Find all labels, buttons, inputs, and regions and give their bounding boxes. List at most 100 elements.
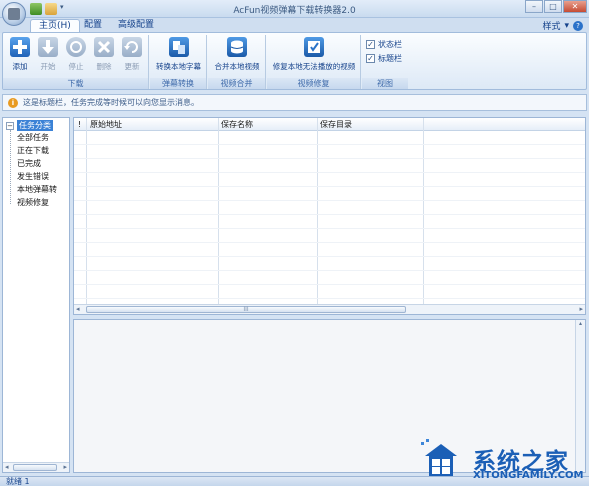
tree-item-local-convert[interactable]: 本地弹幕转	[17, 184, 57, 196]
table-row	[74, 201, 585, 215]
group-label-repair: 视频修复	[267, 78, 360, 89]
ribbon-tabs: 主页(H) 配置 高级配置	[0, 18, 589, 33]
column-save-dir[interactable]: 保存目录	[320, 119, 352, 130]
table-row	[74, 187, 585, 201]
table-row	[74, 215, 585, 229]
group-merge: 合并本地视频 视频合并	[208, 35, 266, 89]
tree-item-error[interactable]: 发生错误	[17, 171, 49, 183]
info-text: 这是标题栏，任务完成等时候可以向您显示消息。	[23, 98, 199, 107]
stop-icon	[66, 37, 86, 57]
convert-subtitle-button[interactable]: 转换本地字幕	[153, 37, 204, 72]
repair-video-button[interactable]: 修复本地无法播放的视频	[270, 37, 358, 72]
merge-label: 合并本地视频	[214, 62, 260, 71]
table-row	[74, 173, 585, 187]
style-label: 样式	[542, 22, 561, 32]
title-bar: ▾ AcFun视频弹幕下载转换器2.0 – □ ✕	[0, 0, 589, 26]
tree-item-repair[interactable]: 视频修复	[17, 197, 49, 209]
scroll-right-icon[interactable]: ▸	[63, 463, 67, 472]
table-row	[74, 131, 585, 145]
table-row	[74, 271, 585, 285]
tree-line	[10, 130, 11, 204]
scroll-up-icon[interactable]: ▴	[576, 320, 585, 327]
convert-icon	[168, 37, 189, 57]
scroll-right-icon[interactable]: ▸	[579, 305, 583, 314]
info-icon: i	[8, 97, 18, 108]
window-controls: – □ ✕	[524, 0, 587, 13]
minimize-button[interactable]: –	[525, 0, 543, 13]
start-label: 开始	[40, 62, 56, 71]
update-label: 更新	[124, 62, 140, 71]
group-convert: 转换本地字幕 弹幕转换	[150, 35, 207, 89]
watermark-en: XITONGFAMILY.COM	[473, 470, 584, 481]
task-grid: ! 原始地址 保存名称 保存目录 ◂ III ▸	[73, 117, 586, 315]
chevron-down-icon: ▾	[564, 20, 569, 31]
titlebar-label: 标题栏	[378, 54, 402, 63]
plus-icon	[10, 37, 30, 57]
grid-header: ! 原始地址 保存名称 保存目录	[74, 118, 585, 131]
info-bar: i 这是标题栏，任务完成等时候可以向您显示消息。	[2, 94, 587, 111]
table-row	[74, 243, 585, 257]
table-row	[74, 229, 585, 243]
delete-x-icon	[94, 37, 114, 57]
checkbox-titlebar[interactable]: ✓	[366, 54, 375, 63]
tab-home[interactable]: 主页(H)	[30, 19, 80, 33]
column-source-url[interactable]: 原始地址	[90, 119, 122, 130]
add-button[interactable]: 添加	[7, 37, 33, 72]
group-view: ✓ 状态栏 ✓ 标题栏 视图	[362, 35, 408, 89]
group-label-convert: 弹幕转换	[150, 78, 206, 89]
repair-icon	[304, 37, 324, 57]
column-save-name[interactable]: 保存名称	[221, 119, 253, 130]
grid-scroll-thumb[interactable]: III	[86, 306, 406, 313]
category-tree: − 任务分类 全部任务 正在下载 已完成 发生错误 本地弹幕转 视频修复 ◂ ▸	[2, 117, 70, 473]
update-button[interactable]: 更新	[119, 37, 145, 72]
column-status[interactable]: !	[78, 119, 81, 130]
tree-item-downloading[interactable]: 正在下载	[17, 145, 49, 157]
delete-button[interactable]: 删除	[91, 37, 117, 72]
status-text: 就绪 1	[6, 477, 30, 486]
statusbar-label: 状态栏	[378, 40, 402, 49]
table-row	[74, 285, 585, 299]
statusbar-checkbox[interactable]: ✓ 状态栏	[366, 39, 402, 50]
help-icon[interactable]: ?	[573, 20, 583, 31]
tree-item-completed[interactable]: 已完成	[17, 158, 41, 170]
tab-config[interactable]: 配置	[76, 19, 110, 33]
database-icon	[227, 37, 247, 57]
group-label-merge: 视频合并	[208, 78, 265, 89]
repair-label: 修复本地无法播放的视频	[272, 62, 356, 71]
maximize-button[interactable]: □	[544, 0, 562, 13]
style-menu[interactable]: 样式 ▾ ?	[542, 19, 583, 32]
group-download: 添加 开始 停止 删除 更新 下载	[3, 35, 149, 89]
convert-label: 转换本地字幕	[156, 62, 201, 71]
app-menu-button[interactable]	[2, 2, 26, 26]
watermark: 系统之家 XITONGFAMILY.COM	[415, 430, 589, 486]
scroll-left-icon[interactable]: ◂	[5, 463, 9, 472]
tree-item-all[interactable]: 全部任务	[17, 132, 49, 144]
tree-scroll-thumb[interactable]	[13, 464, 57, 471]
group-label-view: 视图	[362, 78, 408, 89]
table-row	[74, 159, 585, 173]
merge-video-button[interactable]: 合并本地视频	[211, 37, 263, 72]
delete-label: 删除	[96, 62, 112, 71]
window-title: AcFun视频弹幕下载转换器2.0	[233, 6, 356, 16]
titlebar-checkbox[interactable]: ✓ 标题栏	[366, 53, 402, 64]
tab-advanced-config[interactable]: 高级配置	[110, 19, 162, 33]
watermark-logo-icon	[421, 439, 457, 476]
app-window: ▾ AcFun视频弹幕下载转换器2.0 – □ ✕ 主页(H) 配置 高级配置 …	[0, 0, 589, 486]
stop-label: 停止	[68, 62, 84, 71]
scroll-left-icon[interactable]: ◂	[76, 305, 80, 314]
close-button[interactable]: ✕	[563, 0, 587, 13]
stop-button[interactable]: 停止	[63, 37, 89, 72]
start-button[interactable]: 开始	[35, 37, 61, 72]
down-arrow-icon	[38, 37, 58, 57]
table-row	[74, 145, 585, 159]
grid-hscrollbar[interactable]: ◂ III ▸	[74, 304, 585, 314]
collapse-icon[interactable]: −	[6, 122, 14, 130]
group-repair: 修复本地无法播放的视频 视频修复	[267, 35, 361, 89]
group-label-download: 下载	[3, 78, 148, 89]
ribbon: 添加 开始 停止 删除 更新 下载 转换本地字幕 弹幕转换 合并本地视频 视频合…	[2, 32, 587, 90]
app-logo-icon	[8, 8, 20, 20]
tree-hscrollbar[interactable]: ◂ ▸	[3, 462, 69, 472]
checkbox-statusbar[interactable]: ✓	[366, 40, 375, 49]
tree-root[interactable]: 任务分类	[17, 120, 53, 131]
refresh-icon	[122, 37, 142, 57]
